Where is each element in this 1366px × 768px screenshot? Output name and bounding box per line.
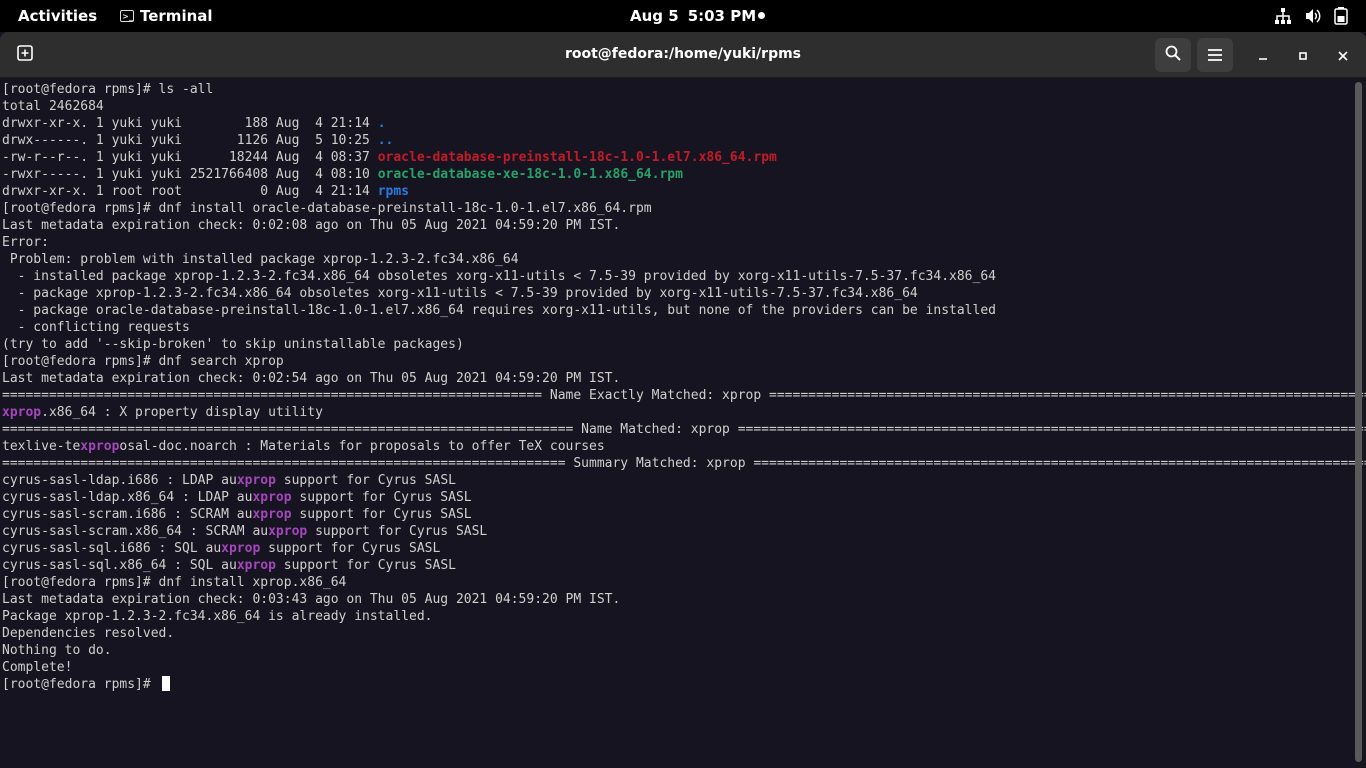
app-menu[interactable]: >_ Terminal: [120, 7, 213, 25]
network-icon: [1274, 7, 1292, 25]
match-highlight: xprop: [80, 439, 120, 454]
terminal-output: [root@fedora rpms]# ls -all total 246268…: [0, 79, 1366, 693]
terminal-line: Last metadata expiration check: 0:02:08 …: [2, 218, 621, 233]
match-highlight: xprop: [268, 524, 308, 539]
search-button[interactable]: [1155, 38, 1191, 72]
terminal-line: ========================================…: [2, 456, 1366, 471]
terminal-line: cyrus-sasl-scram.i686 : SCRAM auxprop su…: [2, 507, 472, 522]
terminal-line: drwxr-xr-x. 1 root root 0 Aug 4 21:14 rp…: [2, 184, 409, 199]
directory-name: .: [377, 116, 386, 131]
match-highlight: xprop: [236, 473, 276, 488]
rpm-file-name: oracle-database-preinstall-18c-1.0-1.el7…: [377, 150, 777, 165]
clock[interactable]: Aug 5 5:03 PM: [630, 7, 756, 25]
terminal-line: Problem: problem with installed package …: [2, 252, 519, 267]
terminal-line: - installed package xprop-1.2.3-2.fc34.x…: [2, 269, 996, 284]
activities-button[interactable]: Activities: [18, 7, 97, 25]
terminal-line: Last metadata expiration check: 0:03:43 …: [2, 592, 621, 607]
terminal-line: [root@fedora rpms]# ls -all: [2, 82, 214, 97]
match-highlight: xprop: [236, 558, 276, 573]
close-icon: [1338, 46, 1348, 65]
battery-icon: [1334, 7, 1348, 25]
window-header-bar: root@fedora:/home/yuki/rpms: [0, 32, 1366, 78]
terminal-line: -rw-r--r--. 1 yuki yuki 18244 Aug 4 08:3…: [2, 150, 777, 165]
terminal-line: [root@fedora rpms]# dnf install xprop.x8…: [2, 575, 347, 590]
minimize-button[interactable]: [1251, 43, 1275, 67]
terminal-line: Nothing to do.: [2, 643, 112, 658]
terminal-line: xprop.x86_64 : X property display utilit…: [2, 405, 323, 420]
text-cursor: [161, 676, 170, 691]
terminal-line: -rwxr-----. 1 yuki yuki 2521766408 Aug 4…: [2, 167, 683, 182]
terminal-line: texlive-texproposal-doc.noarch : Materia…: [2, 439, 605, 454]
clock-date: Aug 5: [630, 7, 679, 25]
terminal-line: drwxr-xr-x. 1 yuki yuki 188 Aug 4 21:14 …: [2, 116, 386, 131]
terminal-line: Package xprop-1.2.3-2.fc34.x86_64 is alr…: [2, 609, 433, 624]
volume-icon: [1304, 7, 1322, 25]
directory-name: rpms: [377, 184, 409, 199]
minimize-icon: [1258, 46, 1268, 65]
terminal-line: - package xprop-1.2.3-2.fc34.x86_64 obso…: [2, 286, 918, 301]
notification-dot-icon: [758, 12, 765, 19]
terminal-line: cyrus-sasl-ldap.x86_64 : LDAP auxprop su…: [2, 490, 472, 505]
terminal-line: Error:: [2, 235, 49, 250]
terminal-line: [root@fedora rpms]# dnf search xprop: [2, 354, 284, 369]
system-tray[interactable]: [1274, 7, 1348, 25]
close-button[interactable]: [1331, 43, 1355, 67]
maximize-icon: [1298, 46, 1308, 65]
terminal-line: cyrus-sasl-scram.x86_64 : SCRAM auxprop …: [2, 524, 488, 539]
hamburger-menu-icon: [1208, 46, 1222, 65]
terminal-app-icon: >_: [120, 10, 134, 22]
terminal-prompt-line[interactable]: [root@fedora rpms]#: [2, 676, 170, 692]
match-highlight: xprop: [252, 490, 292, 505]
terminal-line: ========================================…: [2, 422, 1366, 437]
terminal-line: [root@fedora rpms]# dnf install oracle-d…: [2, 201, 652, 216]
terminal-line: cyrus-sasl-ldap.i686 : LDAP auxprop supp…: [2, 473, 456, 488]
terminal-window: root@fedora:/home/yuki/rpms [root@fedora…: [0, 32, 1366, 768]
terminal-line: cyrus-sasl-sql.x86_64 : SQL auxprop supp…: [2, 558, 456, 573]
terminal-line: Last metadata expiration check: 0:02:54 …: [2, 371, 621, 386]
match-highlight: xprop: [252, 507, 292, 522]
terminal-line: cyrus-sasl-sql.i686 : SQL auxprop suppor…: [2, 541, 441, 556]
terminal-line: Dependencies resolved.: [2, 626, 175, 641]
terminal-line: (try to add '--skip-broken' to skip unin…: [2, 337, 464, 352]
app-menu-label: Terminal: [140, 7, 213, 25]
terminal-line: - package oracle-database-preinstall-18c…: [2, 303, 996, 318]
terminal-line: total 2462684: [2, 99, 104, 114]
terminal-content[interactable]: [root@fedora rpms]# ls -all total 246268…: [0, 79, 1366, 768]
scrollbar[interactable]: [1355, 82, 1362, 762]
shell-prompt: [root@fedora rpms]#: [2, 677, 159, 692]
match-highlight: xprop: [221, 541, 261, 556]
terminal-line: drwx------. 1 yuki yuki 1126 Aug 5 10:25…: [2, 133, 394, 148]
clock-time: 5:03 PM: [687, 7, 757, 25]
directory-name: ..: [377, 133, 394, 148]
terminal-line: - conflicting requests: [2, 320, 190, 335]
maximize-button[interactable]: [1291, 43, 1315, 67]
main-menu-button[interactable]: [1197, 38, 1233, 72]
executable-file-name: oracle-database-xe-18c-1.0-1.x86_64.rpm: [377, 167, 683, 182]
terminal-line: Complete!: [2, 660, 73, 675]
terminal-line: ========================================…: [2, 388, 1366, 403]
top-bar: Activities >_ Terminal Aug 5 5:03 PM: [0, 0, 1366, 32]
search-icon: [1165, 45, 1181, 65]
match-highlight: xprop: [2, 405, 42, 420]
